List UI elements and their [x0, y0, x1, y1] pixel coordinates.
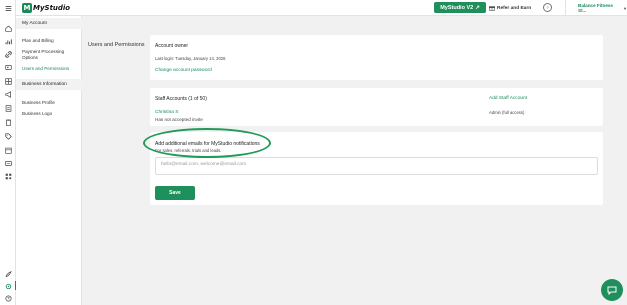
save-button[interactable]: Save	[155, 186, 195, 200]
gift-icon	[489, 6, 495, 11]
staff-role: Admin (full access)	[489, 110, 525, 115]
notification-emails-input[interactable]: hello@email.com, welcome@email.com	[155, 157, 598, 175]
highlight-oval	[143, 128, 271, 158]
help-icon[interactable]: ?	[543, 3, 552, 12]
refer-label: Refer and Earn	[497, 5, 532, 11]
business-name: Balance Fitness St...	[578, 3, 613, 13]
page-title: Users and Permissions	[88, 42, 145, 48]
chat-support-button[interactable]	[601, 279, 623, 301]
menu-item-users-permissions[interactable]: Users and Permissions	[22, 66, 78, 72]
staff-accounts-title: Staff Accounts (1 of 50)	[155, 96, 207, 102]
staff-status: Has not accepted invite	[155, 117, 203, 122]
staff-name-link[interactable]: Christina S	[155, 110, 178, 115]
clipboard-icon[interactable]	[4, 118, 12, 126]
external-link-icon: ↗	[475, 4, 480, 11]
v2-button-label: MyStudio V2	[440, 4, 474, 11]
menu-section-my-account: My Account	[16, 18, 82, 29]
refer-and-earn-link[interactable]: Refer and Earn	[489, 3, 531, 13]
checklist-icon[interactable]	[4, 104, 12, 112]
members-icon[interactable]	[4, 63, 12, 71]
change-password-link[interactable]: Change account password	[155, 68, 212, 73]
mystudio-v2-button[interactable]: MyStudio V2 ↗	[434, 2, 486, 13]
menu-section-business-information: Business Information	[16, 79, 82, 90]
mystudio-logo[interactable]: M MyStudio	[22, 3, 70, 13]
menu-item-payment-processing[interactable]: Payment Processing Options	[22, 49, 78, 61]
chat-bubble-icon	[607, 286, 617, 295]
business-switcher[interactable]: Balance Fitness St... ▼	[565, 0, 627, 16]
tag-icon[interactable]	[4, 132, 12, 140]
rocket-icon[interactable]	[4, 270, 12, 278]
rfid-card-icon[interactable]	[4, 159, 12, 167]
grid-icon[interactable]	[4, 77, 12, 85]
logo-mark-icon: M	[22, 3, 32, 13]
brand-name: MyStudio	[33, 4, 71, 12]
hamburger-menu-icon[interactable]	[4, 4, 12, 12]
megaphone-icon[interactable]	[4, 90, 12, 98]
menu-item-business-profile[interactable]: Business Profile	[22, 100, 78, 106]
account-owner-title: Account owner	[155, 43, 189, 49]
menu-item-plan-billing[interactable]: Plan and Billing	[22, 38, 78, 44]
account-owner-card: Account owner Last login: Tuesday, Janua…	[150, 35, 603, 80]
staff-accounts-card: Staff Accounts (1 of 50) Add Staff Accou…	[150, 88, 603, 126]
home-icon[interactable]	[4, 24, 12, 32]
last-login-text: Last login: Tuesday, January 14, 2026	[155, 56, 226, 61]
store-icon[interactable]	[4, 146, 12, 154]
icon-rail	[0, 0, 17, 305]
add-staff-account-link[interactable]: Add Staff Account	[489, 96, 527, 101]
settings-gear-icon[interactable]	[4, 282, 12, 290]
chevron-down-icon: ▼	[623, 5, 627, 11]
menu-item-business-logo[interactable]: Business Logo	[22, 111, 78, 117]
apps-icon[interactable]	[4, 172, 12, 180]
analytics-icon[interactable]	[4, 37, 12, 45]
top-bar: M MyStudio MyStudio V2 ↗ Refer and Earn …	[0, 0, 627, 16]
settings-menu: My Account Plan and Billing Payment Proc…	[16, 16, 82, 305]
link-icon[interactable]	[4, 50, 12, 58]
help-circle-icon[interactable]	[4, 294, 12, 302]
